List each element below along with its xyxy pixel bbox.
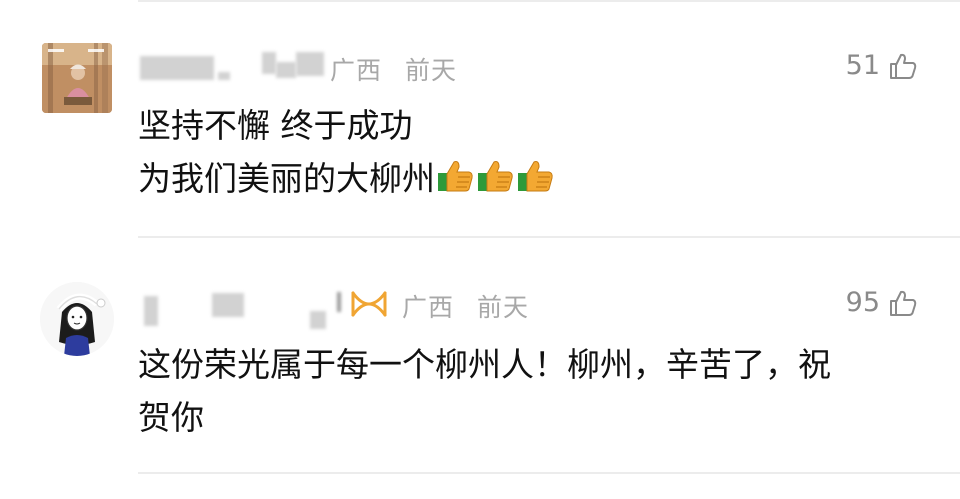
- timestamp: 前天: [476, 293, 529, 322]
- comment-line: 坚持不懈 终于成功: [138, 106, 413, 145]
- comment-line: 贺你: [138, 398, 204, 437]
- comment-text: 这份荣光属于每一个柳州人！柳州，辛苦了，祝 贺你: [138, 338, 831, 444]
- vip-badge-icon: [351, 291, 387, 317]
- avatar-illustration: [40, 282, 114, 356]
- username-redacted: [262, 52, 276, 74]
- comment-line-text: 为我们美丽的大柳州: [138, 159, 435, 198]
- like-button[interactable]: 95: [846, 287, 918, 318]
- username-redacted: [276, 62, 296, 78]
- avatar-photo: [42, 43, 112, 113]
- timestamp: 前天: [404, 56, 457, 85]
- username-redacted[interactable]: [144, 296, 158, 326]
- divider-top: [138, 0, 960, 2]
- comment-meta: 广西 前天: [330, 51, 457, 87]
- divider-bottom: [138, 472, 960, 474]
- thumbs-up-icon: [890, 290, 917, 316]
- thumbs-up-icon: [438, 161, 473, 192]
- username-redacted: [337, 292, 341, 312]
- thumbs-up-icon: [890, 53, 917, 79]
- location: 广西: [330, 56, 383, 85]
- username-redacted: [218, 72, 230, 80]
- avatar[interactable]: [42, 43, 112, 113]
- username-redacted[interactable]: [140, 56, 214, 80]
- thumbs-up-icon: [518, 161, 553, 192]
- comment-meta: 广西 前天: [402, 288, 529, 324]
- username-redacted: [212, 293, 244, 317]
- comment-line: 为我们美丽的大柳州: [138, 152, 555, 205]
- thumbs-up-icon: [478, 161, 513, 192]
- like-count: 51: [845, 50, 880, 81]
- username-redacted: [310, 311, 326, 329]
- like-button[interactable]: 51: [846, 50, 918, 81]
- divider: [138, 236, 960, 238]
- username-redacted: [296, 52, 324, 76]
- like-count: 95: [845, 287, 880, 318]
- location: 广西: [402, 293, 455, 322]
- comment-line: 这份荣光属于每一个柳州人！柳州，辛苦了，祝: [138, 345, 831, 384]
- avatar[interactable]: [40, 282, 114, 356]
- emoji-group: [437, 158, 555, 194]
- comment-text: 坚持不懈 终于成功 为我们美丽的大柳州: [138, 99, 555, 205]
